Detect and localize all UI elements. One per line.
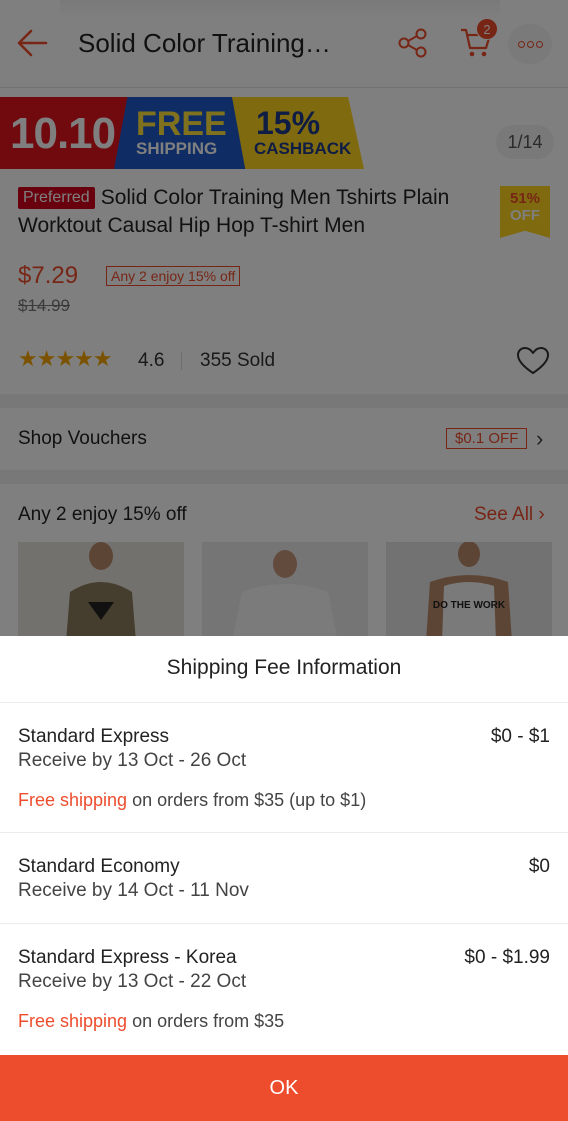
- shipping-fee-sheet: Shipping Fee Information Standard Expres…: [0, 636, 568, 1121]
- modal-backdrop[interactable]: [0, 0, 568, 636]
- ok-button[interactable]: OK: [0, 1055, 568, 1121]
- free-shipping-highlight: Free shipping: [18, 1011, 128, 1031]
- sheet-title: Shipping Fee Information: [166, 656, 402, 679]
- shipping-option-name: Standard Express - Korea: [18, 947, 237, 968]
- shipping-option-fee: $0 - $1: [490, 726, 550, 747]
- shipping-option-fee: $0 - $1.99: [464, 947, 550, 968]
- shipping-option-note: Free shipping on orders from $35 (up to …: [18, 790, 367, 810]
- shipping-option-note: Free shipping on orders from $35: [18, 1011, 285, 1031]
- shipping-option-date: Receive by 14 Oct - 11 Nov: [18, 880, 249, 901]
- shipping-option-fee: $0: [528, 856, 550, 877]
- shipping-option-name: Standard Economy: [18, 856, 180, 877]
- shipping-option-date: Receive by 13 Oct - 22 Oct: [18, 971, 247, 992]
- shipping-option-date: Receive by 13 Oct - 26 Oct: [18, 750, 247, 771]
- free-shipping-highlight: Free shipping: [18, 790, 128, 810]
- shipping-option-name: Standard Express: [18, 726, 170, 747]
